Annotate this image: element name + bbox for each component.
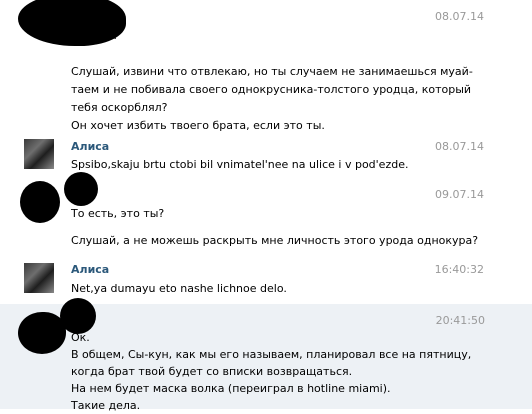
message-5: 20:41:50 Ок. В общем, Сы-кун, как мы его…: [0, 298, 532, 412]
message-text: Ок. В общем, Сы-кун, как мы его называем…: [71, 329, 472, 414]
message-line: Net,ya dumayu eto nashe lichnoe delo.: [71, 282, 287, 295]
author-name[interactable]: Алиса: [71, 140, 109, 153]
message-line: В общем, Сы-кун, как мы его называем, пл…: [71, 348, 472, 361]
message-time: 08.07.14: [435, 10, 484, 23]
message-line: тебя оскорблял?: [71, 101, 168, 114]
message-line: Слушай, извини что отвлекаю, но ты случа…: [71, 65, 473, 78]
message-line: Ок.: [71, 331, 90, 344]
avatar[interactable]: [24, 139, 54, 169]
message-time: 09.07.14: [435, 188, 484, 201]
message-line: таем и не побивала своего однокрусника-т…: [71, 83, 472, 96]
message-text: Привет! Слушай, извини что отвлекаю, но …: [71, 27, 473, 135]
redacted-avatar: [64, 172, 98, 206]
message-time: 20:41:50: [435, 314, 485, 327]
message-line: Привет!: [71, 29, 118, 42]
message-line: [71, 45, 446, 63]
message-time: 16:40:32: [434, 263, 484, 276]
message-1: 08.07.14 Привет! Слушай, извини что отвл…: [0, 0, 532, 132]
redacted-avatar: [34, 324, 62, 350]
message-line: Слушай, а не можешь раскрыть мне личност…: [71, 234, 479, 247]
message-line: На нем будет маска волка (переиграл в ho…: [71, 382, 391, 395]
message-line: [71, 223, 446, 232]
message-text: Spsibo,skaju brtu ctobi bil vnimatel'nee…: [71, 156, 446, 174]
message-2: Алиса 08.07.14 Spsibo,skaju brtu ctobi b…: [0, 130, 532, 176]
avatar[interactable]: [24, 263, 54, 293]
redacted-avatar: [20, 181, 60, 223]
message-line: То есть, это ты?: [71, 207, 165, 220]
message-time: 08.07.14: [435, 140, 484, 153]
message-text: То есть, это ты? Слушай, а не можешь рас…: [71, 205, 479, 250]
message-text: Net,ya dumayu eto nashe lichnoe delo.: [71, 280, 446, 298]
author-name[interactable]: Алиса: [71, 263, 109, 276]
message-line: когда брат твой будет со вписки возвраща…: [71, 365, 353, 378]
message-line: Spsibo,skaju brtu ctobi bil vnimatel'nee…: [71, 158, 409, 171]
message-3: 09.07.14 То есть, это ты? Слушай, а не м…: [0, 172, 532, 258]
message-line: Такие дела.: [71, 399, 141, 412]
